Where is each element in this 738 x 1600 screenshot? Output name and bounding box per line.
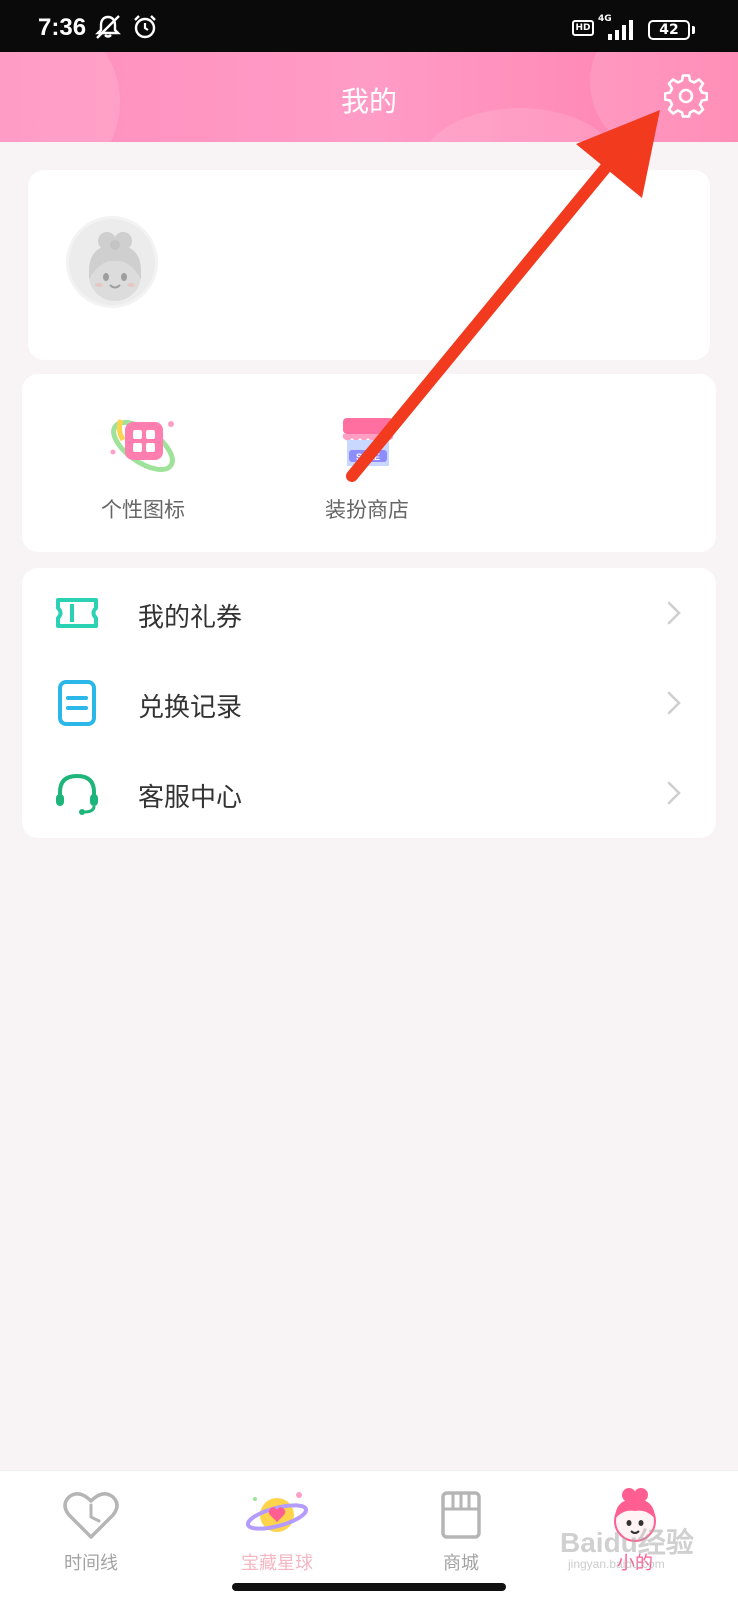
avatar[interactable] [66, 216, 158, 308]
watermark-sub: jingyan.baidu.com [568, 1557, 665, 1571]
page-title: 我的 [340, 85, 397, 118]
battery-icon: 42 [648, 20, 690, 40]
nav-item-shop[interactable]: 商城 [386, 1485, 536, 1575]
nav-label: 宝藏星球 [241, 1553, 313, 1574]
chevron-right-icon [667, 601, 681, 625]
menu-item-redeem-records[interactable]: 兑换记录 [22, 658, 716, 748]
feature-dress-up-store[interactable]: SALE 装扮商店 [292, 410, 442, 524]
alarm-icon [134, 15, 156, 39]
record-icon [58, 680, 96, 726]
mute-bell-icon [95, 15, 121, 39]
signal-icon [608, 20, 633, 40]
svg-text:SALE: SALE [356, 452, 380, 462]
profile-card[interactable] [28, 170, 710, 360]
menu-item-customer-service[interactable]: 客服中心 [22, 748, 716, 838]
nav-label: 商城 [443, 1553, 479, 1574]
header-bar: 我的 [0, 52, 738, 142]
status-bar: 7:36 HD 4G 42 [0, 0, 738, 52]
hd-badge: HD [572, 20, 594, 36]
menu-card: 我的礼券 兑换记录 客服中心 [22, 568, 716, 838]
battery-nub [692, 26, 695, 34]
home-indicator [232, 1583, 506, 1591]
chevron-right-icon [667, 781, 681, 805]
feature-custom-icon[interactable]: 个性图标 [68, 410, 218, 524]
menu-label: 客服中心 [138, 783, 243, 813]
dress-up-store-icon: SALE [343, 418, 393, 466]
custom-icon-grid-icon [110, 419, 175, 472]
nav-item-treasure-planet[interactable]: 宝藏星球 [202, 1485, 352, 1575]
menu-label: 兑换记录 [138, 693, 243, 723]
gear-icon[interactable] [664, 74, 708, 118]
status-time: 7:36 [38, 14, 87, 41]
watermark: Baidu经验 [560, 1527, 694, 1558]
shop-icon [441, 1491, 481, 1539]
nav-label: 时间线 [64, 1553, 118, 1574]
feature-label: 装扮商店 [325, 498, 409, 522]
ticket-icon [56, 598, 98, 628]
planet-icon [245, 1492, 309, 1532]
default-avatar-girl-icon [89, 232, 141, 301]
bottom-nav: 时间线 宝藏星球 商城 小的 Baidu经验 jingyan.baidu.com [0, 1470, 738, 1600]
chevron-right-icon [667, 691, 681, 715]
timeline-heart-icon [63, 1492, 119, 1539]
feature-label: 个性图标 [101, 498, 185, 522]
feature-card: 个性图标 SALE 装扮商店 [22, 374, 716, 552]
headset-icon [56, 773, 98, 815]
nav-item-timeline[interactable]: 时间线 [16, 1485, 166, 1575]
menu-item-coupons[interactable]: 我的礼券 [22, 568, 716, 658]
menu-label: 我的礼券 [138, 603, 243, 633]
